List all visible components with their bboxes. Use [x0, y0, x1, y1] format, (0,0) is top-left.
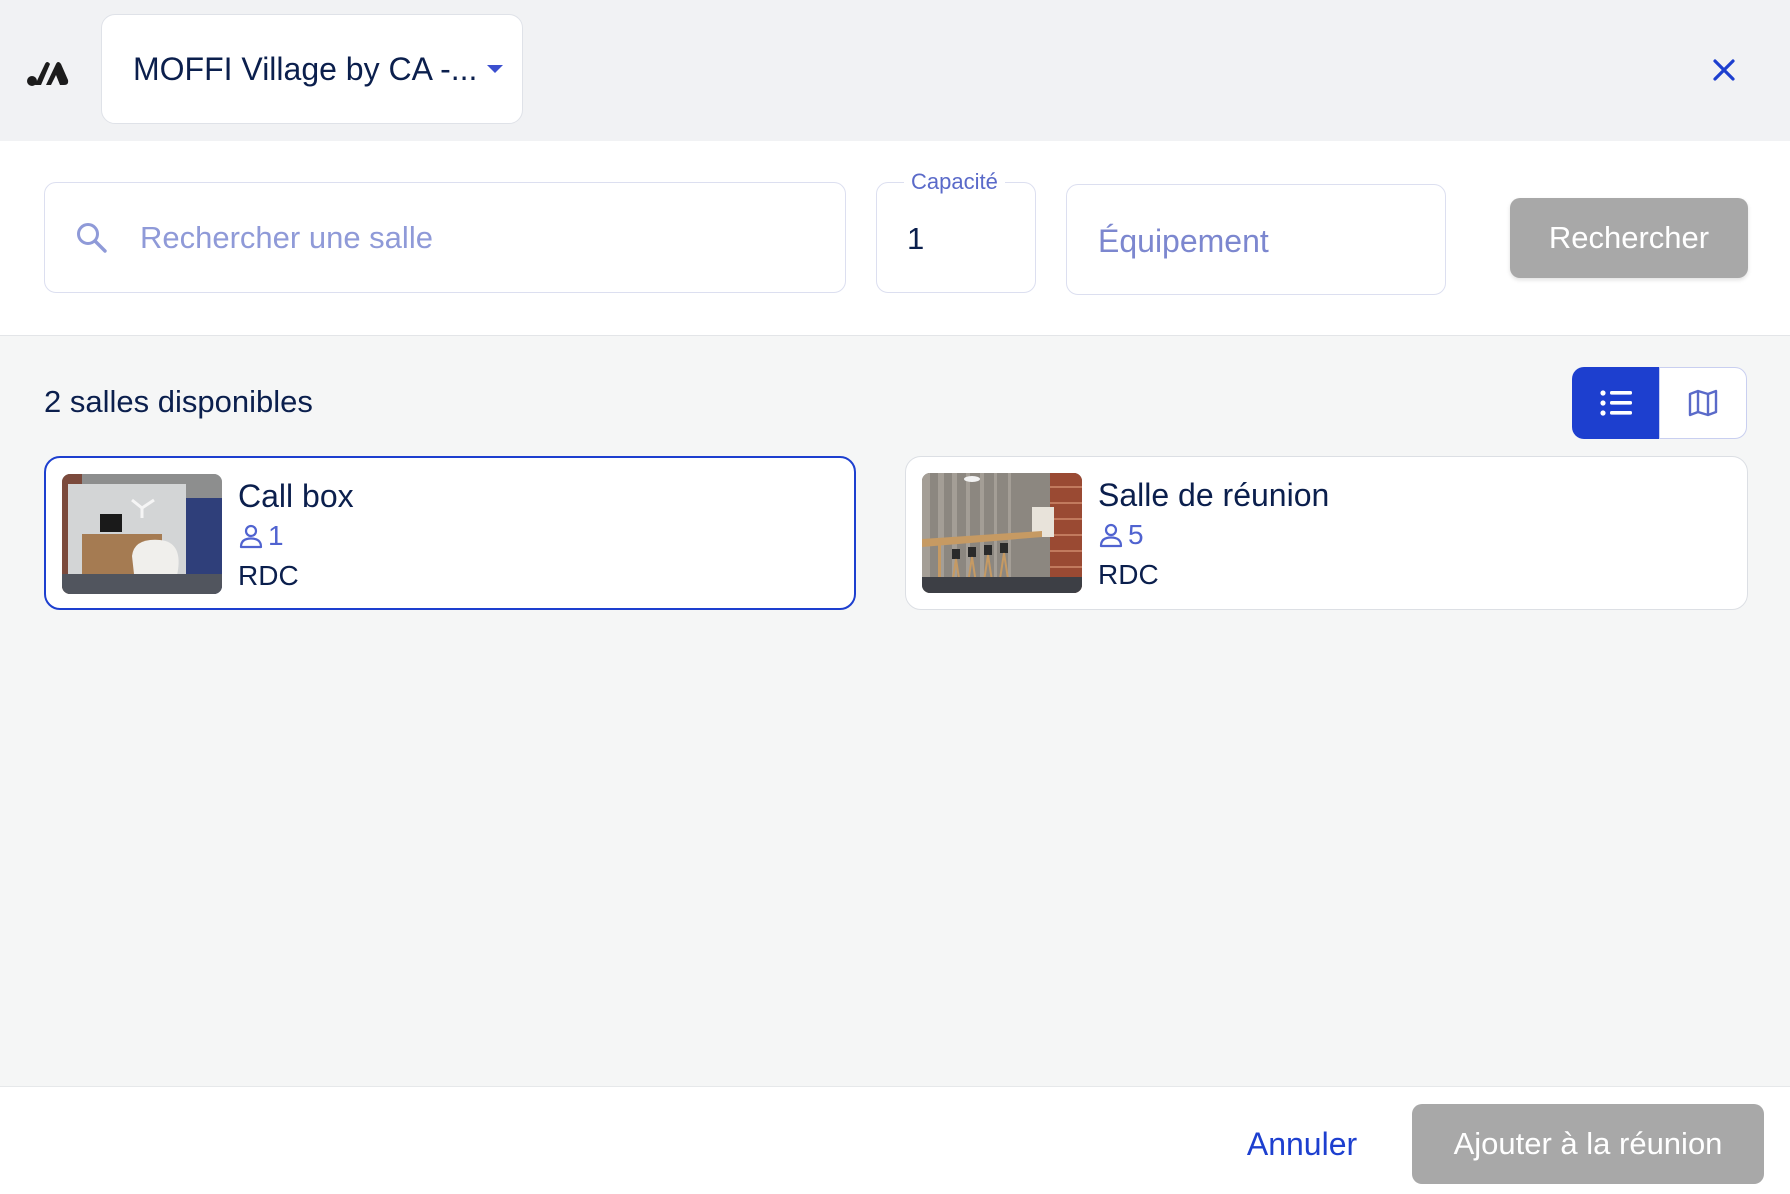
equipment-placeholder: Équipement	[1098, 223, 1269, 259]
capacity-field[interactable]: Capacité	[876, 169, 1036, 293]
site-selector-dropdown[interactable]: MOFFI Village by CA -...	[101, 14, 523, 124]
add-to-meeting-button[interactable]: Ajouter à la réunion	[1412, 1104, 1764, 1184]
room-search-field[interactable]	[44, 182, 846, 293]
room-name: Call box	[238, 478, 354, 514]
room-photo	[922, 473, 1082, 593]
room-capacity-value: 5	[1128, 519, 1144, 550]
view-toggle	[1572, 367, 1748, 439]
caret-down-icon	[487, 65, 504, 73]
results-count: 2 salles disponibles	[44, 384, 313, 419]
room-search-input[interactable]	[140, 207, 820, 269]
equipment-select[interactable]: Équipement	[1066, 184, 1446, 295]
map-icon	[1688, 389, 1718, 417]
room-capacity-value: 1	[268, 520, 284, 551]
search-panel: Capacité Équipement Rechercher	[0, 141, 1790, 336]
moffi-logo	[27, 62, 69, 86]
site-selector-label: MOFFI Village by CA -...	[133, 50, 478, 87]
room-card-call-box[interactable]: Call box 1 RDC	[44, 456, 856, 610]
list-icon	[1600, 390, 1632, 416]
room-name: Salle de réunion	[1098, 477, 1330, 513]
search-icon	[77, 223, 107, 253]
footer-actions: Annuler Ajouter à la réunion	[0, 1086, 1790, 1194]
room-capacity: 1	[238, 520, 284, 552]
room-floor: RDC	[238, 560, 299, 591]
capacity-label: Capacité	[904, 169, 1005, 195]
capacity-input[interactable]	[907, 209, 1017, 269]
close-icon[interactable]	[1706, 52, 1742, 88]
list-view-button[interactable]	[1572, 367, 1660, 439]
search-button[interactable]: Rechercher	[1510, 198, 1748, 278]
cancel-button[interactable]: Annuler	[1230, 1107, 1374, 1181]
map-view-button[interactable]	[1659, 367, 1747, 439]
person-icon	[1099, 523, 1123, 548]
top-bar: MOFFI Village by CA -...	[0, 0, 1790, 141]
room-capacity: 5	[1098, 519, 1144, 551]
person-icon	[239, 524, 263, 549]
room-photo	[62, 474, 222, 594]
room-floor: RDC	[1098, 559, 1159, 590]
room-card-salle-de-reunion[interactable]: Salle de réunion 5 RDC	[905, 456, 1748, 610]
